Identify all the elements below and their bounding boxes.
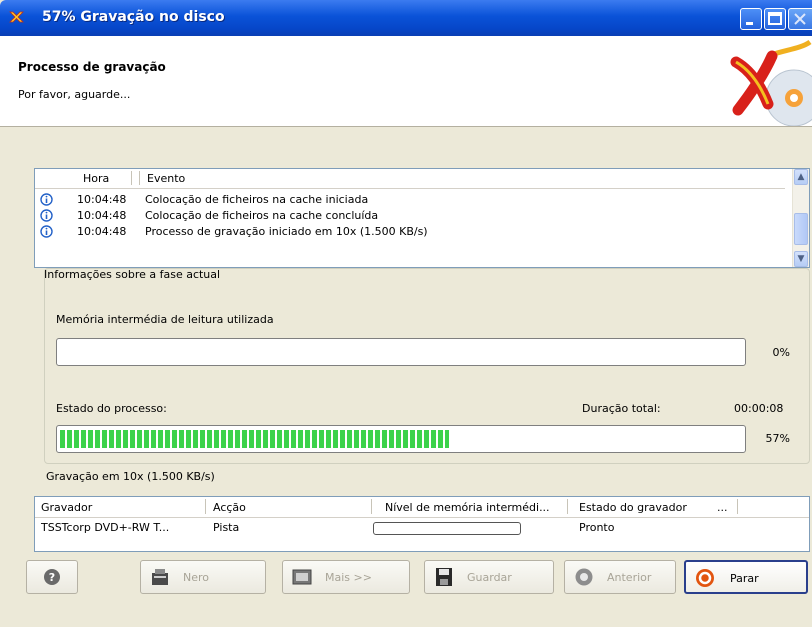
list-item[interactable]: 10:04:48 Processo de gravação iniciado e… xyxy=(35,224,785,240)
back-icon xyxy=(575,568,593,586)
wizard-header: Processo de gravação Por favor, aguarde.… xyxy=(0,36,812,127)
stop-icon xyxy=(696,569,714,587)
save-button-label: Guardar xyxy=(467,571,512,584)
duration-value: 00:00:08 xyxy=(734,402,784,415)
column-header-more[interactable]: ... xyxy=(717,501,728,514)
back-button-label: Anterior xyxy=(607,571,652,584)
process-percent: 57% xyxy=(765,432,790,445)
minimize-button[interactable] xyxy=(740,8,762,30)
buffer-label: Memória intermédia de leitura utilizada xyxy=(56,313,274,326)
info-icon xyxy=(40,225,53,238)
column-header-recorder[interactable]: Gravador xyxy=(41,501,92,514)
window-title: 57% Gravação no disco xyxy=(42,9,225,25)
minimize-icon xyxy=(746,22,753,25)
phase-info-legend: Informações sobre a fase actual xyxy=(44,268,221,281)
scroll-up-icon[interactable]: ▲ xyxy=(794,169,808,185)
maximize-icon xyxy=(768,12,782,25)
column-header-buffer-level[interactable]: Nível de memória intermédi... xyxy=(385,501,550,514)
event-message: Colocação de ficheiros na cache concluíd… xyxy=(145,209,379,222)
close-button[interactable] xyxy=(788,8,812,30)
event-log-scrollbar[interactable]: ▲ ▼ xyxy=(792,169,809,267)
maximize-button[interactable] xyxy=(764,8,786,30)
recorder-state: Pronto xyxy=(579,521,615,534)
back-button[interactable]: Anterior xyxy=(564,560,676,594)
recorder-action: Pista xyxy=(213,521,240,534)
nero-logo-icon xyxy=(730,40,812,126)
column-header-event[interactable]: Evento xyxy=(147,172,185,185)
duration-label: Duração total: xyxy=(582,402,661,415)
save-button[interactable]: Guardar xyxy=(424,560,554,594)
nero-app-icon xyxy=(9,11,24,23)
stop-button-label: Parar xyxy=(730,572,759,585)
recorder-buffer-bar xyxy=(373,522,521,535)
buffer-percent: 0% xyxy=(772,346,790,359)
buffer-progress-bar xyxy=(56,338,746,366)
event-log-header: Hora Evento xyxy=(35,169,785,189)
scroll-down-icon[interactable]: ▼ xyxy=(794,251,808,267)
process-progress-fill xyxy=(60,430,449,448)
title-bar: 57% Gravação no disco xyxy=(0,0,812,36)
process-progress-bar xyxy=(56,425,746,453)
more-button-label: Mais >> xyxy=(325,571,372,584)
column-header-recorder-state[interactable]: Estado do gravador xyxy=(579,501,687,514)
recorder-list-header: Gravador Acção Nível de memória interméd… xyxy=(35,497,809,518)
column-header-time[interactable]: Hora xyxy=(83,172,109,185)
column-header-action[interactable]: Acção xyxy=(213,501,246,514)
event-time: 10:04:48 xyxy=(77,193,127,206)
info-icon xyxy=(40,209,53,222)
speed-label: Gravação em 10x (1.500 KB/s) xyxy=(46,470,215,483)
header-title: Processo de gravação xyxy=(18,60,166,74)
nero-express-icon xyxy=(152,569,168,585)
scroll-thumb[interactable] xyxy=(794,213,808,245)
save-icon xyxy=(436,568,452,586)
close-icon xyxy=(794,13,806,25)
event-time: 10:04:48 xyxy=(77,209,127,222)
stop-button[interactable]: Parar xyxy=(684,560,808,594)
event-time: 10:04:48 xyxy=(77,225,127,238)
recorder-name: TSSTcorp DVD+-RW T... xyxy=(41,521,170,534)
nero-button[interactable]: Nero xyxy=(140,560,266,594)
svg-text:?: ? xyxy=(49,571,55,584)
list-item[interactable]: 10:04:48 Colocação de ficheiros na cache… xyxy=(35,192,785,208)
nero-button-label: Nero xyxy=(183,571,210,584)
recorder-list[interactable]: Gravador Acção Nível de memória interméd… xyxy=(34,496,810,552)
process-label: Estado do processo: xyxy=(56,402,167,415)
info-icon xyxy=(40,193,53,206)
event-message: Processo de gravação iniciado em 10x (1.… xyxy=(145,225,428,238)
more-button[interactable]: Mais >> xyxy=(282,560,410,594)
event-message: Colocação de ficheiros na cache iniciada xyxy=(145,193,369,206)
event-log-list[interactable]: Hora Evento 10:04:48 Colocação de fichei… xyxy=(34,168,810,268)
header-subtitle: Por favor, aguarde... xyxy=(18,88,131,101)
more-options-icon xyxy=(292,569,312,585)
help-button[interactable]: ? xyxy=(26,560,78,594)
list-item[interactable]: 10:04:48 Colocação de ficheiros na cache… xyxy=(35,208,785,224)
table-row[interactable]: TSSTcorp DVD+-RW T... Pista Pronto xyxy=(35,519,809,537)
help-icon: ? xyxy=(44,569,60,585)
